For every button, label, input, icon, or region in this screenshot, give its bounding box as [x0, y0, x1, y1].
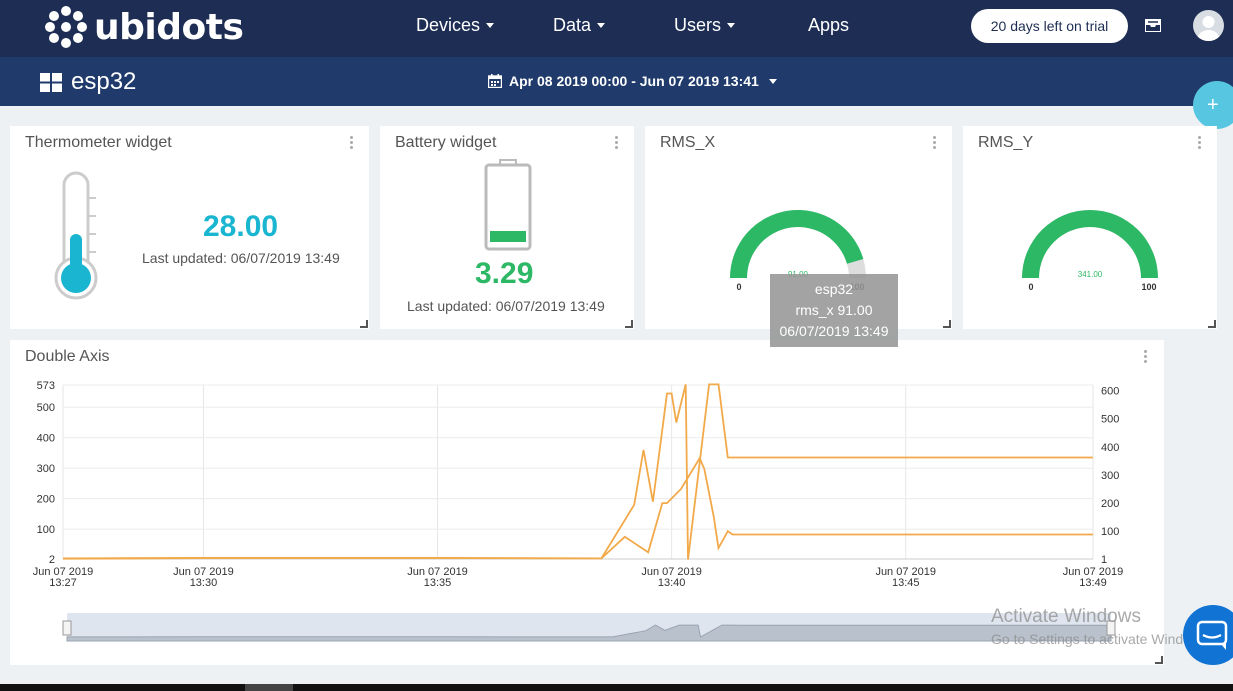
y-left-tick-label: 100 [37, 524, 55, 536]
ubidots-logo[interactable]: ubidots [44, 5, 244, 49]
chevron-down-icon [597, 23, 606, 28]
y-left-tick-label: 500 [37, 402, 55, 414]
activate-windows-watermark: Activate Windows Go to Settings to activ… [991, 606, 1212, 647]
resize-handle[interactable] [1208, 320, 1216, 328]
gauge-min-label: 0 [736, 282, 741, 292]
nav-users-label: Users [674, 15, 722, 35]
widget-title: Battery widget [395, 134, 497, 151]
thermometer-value: 28.00 [203, 210, 279, 243]
chevron-down-icon [727, 23, 736, 28]
y-right-tick-label: 1 [1101, 554, 1107, 566]
navigator-handle[interactable] [62, 620, 72, 636]
widget-menu-icon[interactable] [350, 136, 354, 150]
gauge-tooltip: esp32 rms_x 91.00 06/07/2019 13:49 [770, 274, 898, 347]
resize-handle[interactable] [1155, 656, 1163, 664]
nav-data[interactable]: Data [553, 15, 606, 36]
widget-title: Thermometer widget [25, 134, 172, 151]
watermark-line-2: Go to Settings to activate Windows. [991, 631, 1212, 647]
y-right-tick-label: 500 [1101, 414, 1119, 426]
y-right-tick-label: 100 [1101, 526, 1119, 538]
resize-handle[interactable] [360, 320, 368, 328]
user-icon [1197, 16, 1220, 41]
rms-y-gauge-widget: RMS_Y 341.00 0 100 [963, 126, 1217, 329]
widget-title: RMS_Y [978, 134, 1034, 151]
nav-devices[interactable]: Devices [416, 15, 495, 36]
y-left-tick-label: 400 [37, 433, 55, 445]
nav-apps[interactable]: Apps [808, 15, 849, 36]
y-left-tick-label: 200 [37, 494, 55, 506]
y-left-tick-label: 300 [37, 463, 55, 475]
resize-handle[interactable] [943, 320, 951, 328]
widget-menu-icon[interactable] [1198, 136, 1202, 150]
widget-menu-icon[interactable] [615, 136, 619, 150]
y-right-tick-label: 400 [1101, 442, 1119, 454]
nav-users[interactable]: Users [674, 15, 736, 36]
x-tick-label: 13:49 [1079, 577, 1107, 589]
date-range-label: Apr 08 2019 00:00 - Jun 07 2019 13:41 [509, 73, 759, 89]
resize-handle[interactable] [625, 320, 633, 328]
tooltip-timestamp: 06/07/2019 13:49 [779, 323, 889, 339]
taskbar-item [245, 684, 293, 691]
battery-widget: Battery widget 3.29 Last updated: 06/07/… [380, 126, 634, 329]
tooltip-device: esp32 [814, 281, 854, 297]
gauge-min-label: 0 [1028, 282, 1033, 292]
dashboards-grid-icon[interactable] [40, 73, 62, 92]
series-line-1 [62, 383, 1093, 560]
battery-value: 3.29 [475, 257, 534, 290]
y-left-tick-label: 573 [37, 380, 55, 392]
y-left-tick-label: 2 [49, 554, 55, 566]
thermometer-icon [54, 171, 98, 300]
inbox-icon[interactable] [1143, 15, 1163, 35]
gauge-fill [1022, 210, 1158, 278]
tooltip-reading: rms_x 91.00 [795, 302, 873, 318]
watermark-line-1: Activate Windows [991, 606, 1141, 627]
y-right-tick-label: 200 [1101, 498, 1119, 510]
nav-data-label: Data [553, 15, 592, 35]
taskbar-strip [0, 684, 1233, 691]
nav-devices-label: Devices [416, 15, 481, 35]
add-widget-button[interactable]: + [1193, 81, 1233, 129]
chat-icon [1196, 620, 1228, 650]
x-tick-label: 13:45 [892, 577, 920, 589]
rms-y-gauge: 341.00 0 100 [1022, 210, 1158, 292]
top-navbar: ubidots Devices Data Users Apps 20 days … [0, 0, 1233, 57]
x-tick-label: 13:35 [424, 577, 452, 589]
x-tick-label: 13:30 [190, 577, 218, 589]
logo-dots-icon [45, 6, 87, 48]
widget-menu-icon[interactable] [933, 136, 937, 150]
logo-text: ubidots [94, 6, 244, 48]
y-right-tick-label: 300 [1101, 470, 1119, 482]
x-tick-label: 13:27 [49, 577, 77, 589]
dashboard-name[interactable]: esp32 [71, 68, 136, 96]
gauge-value-label: 341.00 [1078, 270, 1103, 279]
chevron-down-icon [486, 23, 495, 28]
thermometer-widget: Thermometer widget 28.00 Last updated: 0… [10, 126, 369, 329]
series-line-2 [62, 456, 1093, 560]
battery-icon [484, 159, 532, 251]
thermometer-last-updated: Last updated: 06/07/2019 13:49 [142, 250, 340, 266]
nav-apps-label: Apps [808, 15, 850, 35]
widget-title: RMS_X [660, 134, 716, 151]
user-avatar[interactable] [1193, 10, 1224, 41]
date-range-picker[interactable]: Apr 08 2019 00:00 - Jun 07 2019 13:41 [488, 73, 777, 89]
gauge-max-label: 100 [1141, 282, 1156, 292]
chat-support-button[interactable] [1183, 605, 1233, 665]
battery-last-updated: Last updated: 06/07/2019 13:49 [407, 298, 605, 314]
chevron-down-icon [768, 78, 777, 84]
calendar-icon [488, 74, 502, 88]
x-tick-label: 13:40 [658, 577, 686, 589]
trial-badge-button[interactable]: 20 days left on trial [971, 9, 1128, 43]
y-right-tick-label: 600 [1101, 386, 1119, 398]
gauge-fill [730, 210, 864, 278]
